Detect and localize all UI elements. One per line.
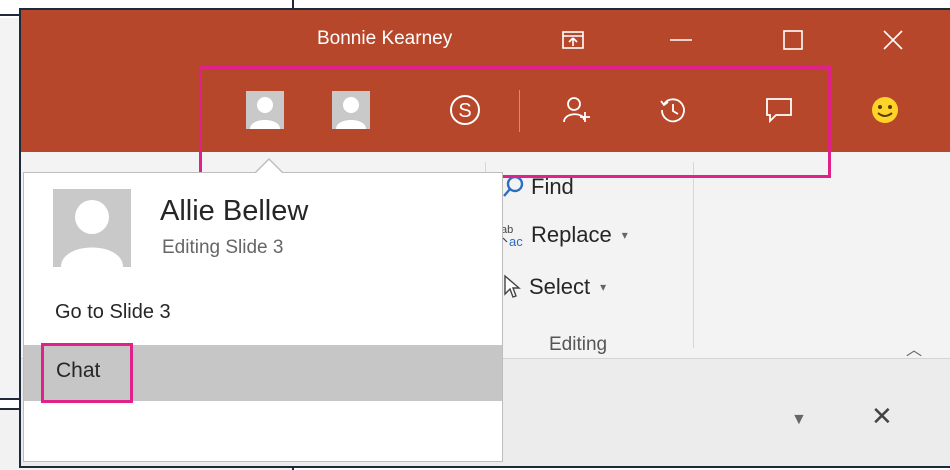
- replace-label: Replace: [531, 222, 612, 247]
- magnifier-icon: [503, 175, 524, 197]
- replace-button[interactable]: ab ac Replace ▾: [501, 222, 628, 248]
- share-button[interactable]: [555, 88, 599, 132]
- chevron-down-icon: ▾: [621, 228, 628, 242]
- chevron-down-icon: ▾: [600, 280, 607, 294]
- activity-button[interactable]: [651, 88, 695, 132]
- svg-text:ac: ac: [509, 234, 523, 248]
- person-placeholder-icon: [336, 97, 366, 129]
- coauthor-name: Allie Bellew: [160, 195, 309, 227]
- window-title: Bonnie Kearney: [317, 28, 453, 49]
- coauthor-status: Editing Slide 3: [162, 237, 284, 258]
- close-icon[interactable]: ✕: [871, 401, 893, 432]
- avatar: [53, 189, 131, 267]
- feedback-button[interactable]: [863, 88, 907, 132]
- find-button[interactable]: Find: [501, 174, 574, 200]
- close-icon: [883, 30, 903, 50]
- chat-menu-item[interactable]: Chat: [24, 345, 502, 401]
- chat-label: Chat: [56, 359, 101, 382]
- minimize-icon: [670, 39, 692, 41]
- comments-icon: [766, 98, 792, 124]
- ribbon-display-icon: [562, 31, 584, 49]
- select-button[interactable]: Select ▾: [501, 274, 606, 300]
- divider: [519, 90, 520, 132]
- person-placeholder-icon: [250, 97, 280, 129]
- popup-pointer-fill: [256, 160, 282, 173]
- person-placeholder-icon: [61, 200, 123, 267]
- svg-text:S: S: [458, 100, 471, 122]
- cursor-icon: [504, 274, 521, 298]
- find-label: Find: [531, 174, 574, 199]
- minimize-button[interactable]: [661, 20, 701, 60]
- share-icon: [563, 97, 590, 123]
- avatar: [332, 91, 370, 129]
- skype-icon: S: [450, 95, 480, 125]
- maximize-button[interactable]: [773, 20, 813, 60]
- skype-button[interactable]: S: [443, 88, 487, 132]
- editing-group-label: Editing: [549, 334, 608, 355]
- activity-icon: [660, 98, 685, 123]
- coauthor-avatar-button-1[interactable]: [243, 88, 287, 132]
- replace-icon: ab ac: [501, 224, 523, 248]
- smiley-icon: [872, 97, 898, 123]
- avatar: [246, 91, 284, 129]
- go-to-slide-link[interactable]: Go to Slide 3: [55, 301, 171, 324]
- coauthor-popup: Allie Bellew Editing Slide 3 Go to Slide…: [23, 172, 503, 462]
- close-button[interactable]: [873, 20, 913, 60]
- maximize-icon: [783, 30, 803, 50]
- coauthor-avatar-button-2[interactable]: [329, 88, 373, 132]
- title-bar: Bonnie Kearney S: [21, 10, 950, 152]
- select-label: Select: [529, 274, 591, 299]
- ribbon-display-options-button[interactable]: [553, 20, 593, 60]
- comments-button[interactable]: [757, 88, 801, 132]
- collapse-ribbon-icon[interactable]: ︿: [906, 336, 922, 360]
- chevron-down-icon[interactable]: ▼: [791, 411, 807, 429]
- divider: [693, 162, 694, 348]
